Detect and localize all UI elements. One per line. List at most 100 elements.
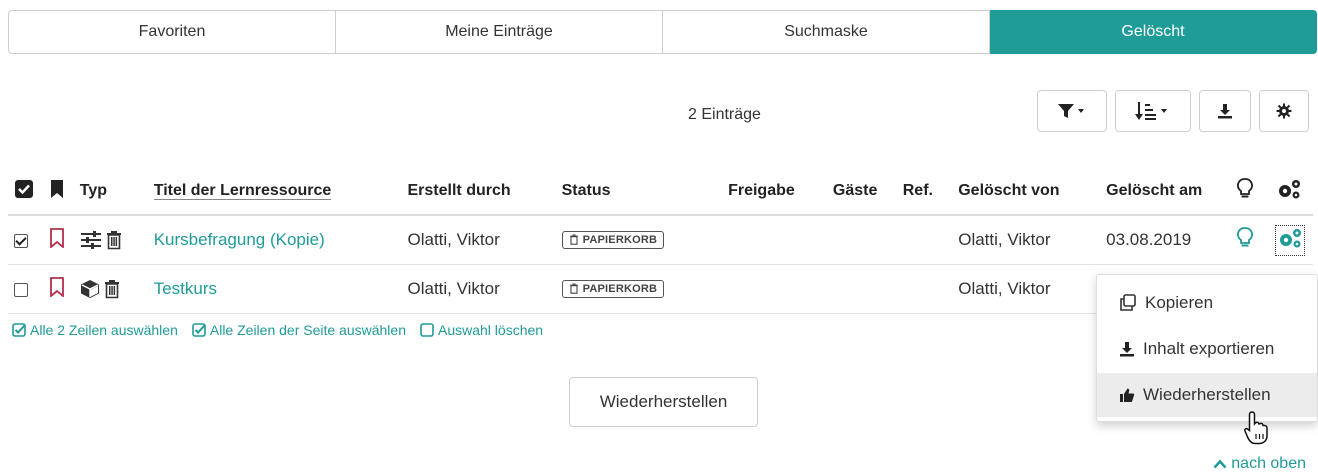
sort-button[interactable]: [1115, 90, 1191, 132]
square-icon: [420, 323, 434, 337]
row-deleted-by: Olatti, Viktor: [952, 215, 1101, 265]
tab-favoriten[interactable]: Favoriten: [8, 10, 336, 54]
cube-icon: [80, 280, 99, 299]
bookmark-icon: [50, 179, 63, 198]
gears-icon: [1278, 179, 1300, 198]
header-title[interactable]: Titel der Lernressource: [147, 168, 402, 216]
tab-suchmaske[interactable]: Suchmaske: [663, 10, 990, 54]
row-bookmark[interactable]: [42, 215, 74, 265]
menu-item-export[interactable]: Inhalt exportieren: [1097, 327, 1317, 371]
menu-item-export-label: Inhalt exportieren: [1143, 339, 1275, 358]
clear-selection-link[interactable]: Auswahl löschen: [420, 322, 543, 338]
table-toolbar: [1037, 90, 1309, 132]
menu-item-restore-label: Wiederherstellen: [1143, 385, 1271, 404]
filter-button[interactable]: [1037, 90, 1107, 132]
row-deleted-at: 03.08.2019: [1100, 215, 1231, 265]
survey-icon: [80, 231, 101, 250]
lightbulb-icon[interactable]: [1236, 226, 1253, 249]
row-share: [722, 264, 827, 314]
checkbox-checked-icon: [15, 179, 33, 198]
row-status: PAPIERKORB: [555, 264, 723, 314]
row-share: [722, 215, 827, 265]
thumbs-up-icon: [1120, 388, 1135, 402]
menu-item-restore[interactable]: Wiederherstellen: [1097, 373, 1317, 417]
header-deleted-at[interactable]: Gelöscht am: [1100, 168, 1231, 216]
clear-selection-label: Auswahl löschen: [438, 322, 544, 338]
lightbulb-icon: [1236, 177, 1253, 197]
row-checkbox[interactable]: [14, 282, 28, 297]
copy-icon: [1120, 294, 1136, 311]
back-to-top-label: nach oben: [1231, 455, 1306, 472]
back-to-top-link[interactable]: nach oben: [1213, 455, 1306, 473]
trash-icon: [105, 280, 120, 299]
entry-count: 2 Einträge: [688, 106, 761, 123]
trash-icon: [569, 283, 578, 294]
status-badge-label: PAPIERKORB: [582, 233, 658, 246]
filter-icon: [1058, 104, 1084, 118]
select-page-rows-link[interactable]: Alle Zeilen der Seite auswählen: [192, 322, 406, 338]
sort-icon: [1135, 102, 1167, 120]
table-row: Kursbefragung (Kopie) Olatti, Viktor PAP…: [8, 215, 1313, 265]
row-guests: [826, 264, 897, 314]
menu-item-copy[interactable]: Kopieren: [1097, 281, 1317, 325]
header-bookmark: [42, 168, 74, 216]
header-author[interactable]: Erstellt durch: [401, 168, 556, 216]
header-title-label: Titel der Lernressource: [153, 182, 332, 200]
row-title[interactable]: Kursbefragung (Kopie): [147, 215, 402, 265]
selection-bar: Alle 2 Zeilen auswählen Alle Zeilen der …: [12, 322, 543, 338]
header-status[interactable]: Status: [555, 168, 723, 216]
check-square-icon: [12, 323, 26, 337]
select-page-rows-label: Alle Zeilen der Seite auswählen: [209, 322, 406, 338]
table-header-row: Typ Titel der Lernressource Erstellt dur…: [8, 168, 1313, 216]
header-guests[interactable]: Gäste: [826, 168, 897, 216]
gears-icon: [1279, 228, 1301, 247]
row-author: Olatti, Viktor: [401, 264, 556, 314]
tab-bar: Favoriten Meine Einträge Suchmaske Gelös…: [8, 10, 1317, 54]
actions-dropdown: Kopieren Inhalt exportieren Wiederherste…: [1096, 274, 1318, 422]
header-deleted-by[interactable]: Gelöscht von: [952, 168, 1101, 216]
header-select-all[interactable]: [8, 168, 43, 216]
row-status: PAPIERKORB: [555, 215, 723, 265]
menu-item-copy-label: Kopieren: [1145, 293, 1214, 312]
header-lightbulb: [1230, 168, 1270, 216]
tab-geloescht[interactable]: Gelöscht: [990, 10, 1317, 54]
hand-cursor-icon: [1244, 411, 1268, 445]
settings-button[interactable]: [1259, 90, 1309, 132]
row-ref: [896, 215, 953, 265]
bookmark-outline-icon[interactable]: [49, 227, 65, 249]
status-badge: PAPIERKORB: [561, 279, 665, 298]
tab-meine-eintraege[interactable]: Meine Einträge: [336, 10, 663, 54]
chevron-up-icon: [1213, 459, 1227, 469]
trash-icon: [569, 234, 578, 245]
row-actions-toggle[interactable]: [1274, 224, 1305, 256]
row-guests: [826, 215, 897, 265]
export-button[interactable]: [1199, 90, 1251, 132]
download-icon: [1218, 104, 1232, 119]
restore-button[interactable]: Wiederherstellen: [569, 377, 758, 427]
select-all-rows-link[interactable]: Alle 2 Zeilen auswählen: [12, 322, 178, 338]
row-bookmark[interactable]: [42, 264, 74, 314]
download-icon: [1120, 342, 1134, 357]
row-title[interactable]: Testkurs: [147, 264, 402, 314]
header-share[interactable]: Freigabe: [722, 168, 827, 216]
row-ref: [896, 264, 953, 314]
row-lightbulb[interactable]: [1230, 215, 1270, 265]
row-type: [73, 215, 148, 265]
row-checkbox[interactable]: [14, 233, 28, 248]
bookmark-outline-icon[interactable]: [49, 276, 65, 298]
row-select[interactable]: [8, 264, 43, 314]
row-title-link[interactable]: Testkurs: [154, 279, 217, 298]
header-ref[interactable]: Ref.: [896, 168, 953, 216]
status-badge-label: PAPIERKORB: [582, 282, 658, 295]
trash-icon: [107, 231, 122, 250]
gear-icon: [1276, 103, 1292, 119]
header-typ[interactable]: Typ: [73, 168, 148, 216]
row-type: [73, 264, 148, 314]
row-select[interactable]: [8, 215, 43, 265]
check-square-icon: [192, 323, 206, 337]
row-actions[interactable]: [1269, 215, 1313, 265]
select-all-rows-label: Alle 2 Zeilen auswählen: [30, 322, 178, 338]
status-badge: PAPIERKORB: [561, 230, 665, 249]
row-title-link[interactable]: Kursbefragung (Kopie): [154, 230, 325, 249]
row-author: Olatti, Viktor: [401, 215, 556, 265]
